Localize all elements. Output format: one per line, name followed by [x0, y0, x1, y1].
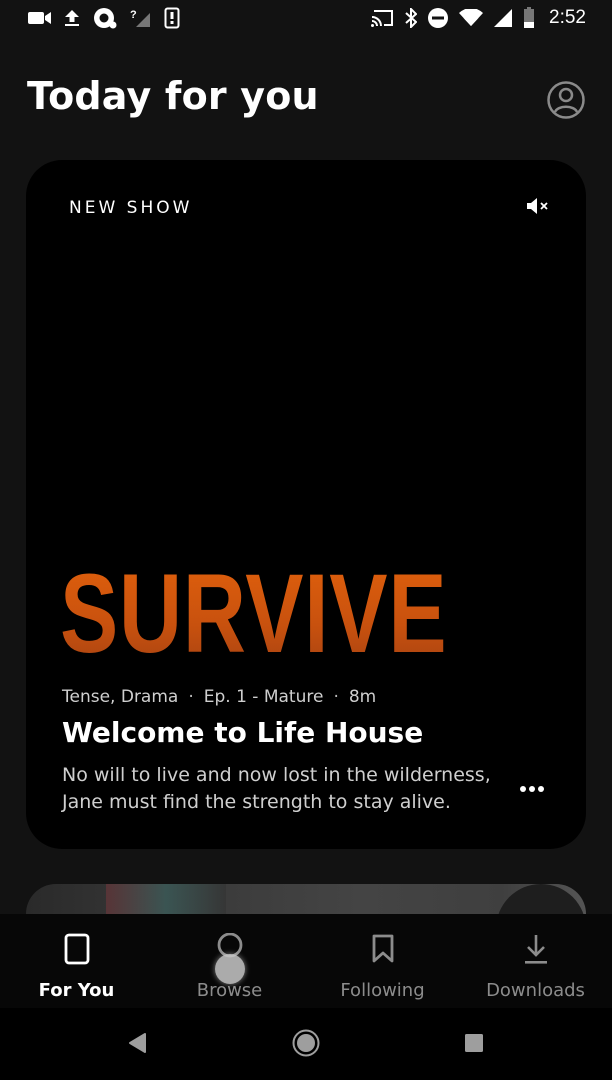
more-horizontal-icon-dot	[529, 786, 535, 792]
recents-button[interactable]	[454, 1028, 494, 1062]
recents-icon	[464, 1033, 484, 1058]
account-circle-icon	[546, 81, 586, 124]
home-icon	[291, 1028, 321, 1063]
more-options-button[interactable]	[520, 786, 546, 796]
volume-muted-icon	[526, 198, 550, 220]
episode-meta: Tense, Drama · Ep. 1 - Mature · 8m	[62, 687, 376, 707]
tab-for-you[interactable]: For You	[0, 914, 153, 1008]
cellular-signal-icon	[493, 8, 513, 28]
more-horizontal-icon-dot	[520, 786, 526, 792]
episode-description: No will to live and now lost in the wild…	[62, 764, 491, 813]
tab-label: Downloads	[486, 980, 585, 1001]
tab-following[interactable]: Following	[306, 914, 459, 1008]
profile-button[interactable]	[546, 80, 586, 120]
home-button[interactable]	[286, 1028, 326, 1062]
page-title: Today for you	[27, 74, 319, 118]
tab-browse[interactable]: Browse	[153, 914, 306, 1008]
wifi-icon	[459, 9, 484, 27]
device-alert-icon	[164, 7, 180, 29]
download-icon	[523, 932, 549, 966]
tab-downloads[interactable]: Downloads	[459, 914, 612, 1008]
separator-dot: ·	[188, 687, 194, 707]
card-icon	[64, 932, 90, 966]
mute-button[interactable]	[526, 196, 552, 218]
system-navigation-bar	[0, 1008, 612, 1080]
battery-icon	[523, 7, 535, 29]
genres: Tense, Drama	[62, 687, 179, 707]
cast-icon	[371, 9, 395, 27]
do-not-disturb-icon	[427, 7, 449, 29]
new-show-badge: NEW SHOW	[69, 198, 193, 218]
separator-dot: ·	[333, 687, 339, 707]
svg-text:?: ?	[130, 9, 137, 21]
back-icon	[128, 1032, 148, 1059]
touch-indicator	[214, 954, 245, 984]
episode-info: Ep. 1 - Mature	[203, 687, 324, 707]
no-signal-icon: ?	[130, 8, 152, 28]
bottom-tab-bar: For You Browse Following Downloads	[0, 914, 612, 1008]
video-camera-icon	[28, 10, 52, 26]
featured-show-card[interactable]: NEW SHOW SURVIVE Tense, Drama · Ep. 1 - …	[26, 160, 586, 849]
bluetooth-icon	[405, 8, 418, 28]
bookmark-icon	[371, 932, 395, 966]
upload-icon	[64, 9, 80, 27]
more-horizontal-icon-dot	[538, 786, 544, 792]
clock: 2:52	[549, 7, 586, 28]
status-bar: ? 2:52	[0, 0, 612, 36]
show-logo: SURVIVE	[60, 551, 448, 676]
header: Today for you	[27, 70, 588, 130]
duration: 8m	[348, 687, 377, 707]
tab-label: For You	[38, 980, 115, 1001]
tab-label: Following	[340, 980, 425, 1001]
messaging-app-icon	[92, 7, 118, 29]
episode-title: Welcome to Life House	[62, 716, 424, 749]
back-button[interactable]	[118, 1028, 158, 1062]
